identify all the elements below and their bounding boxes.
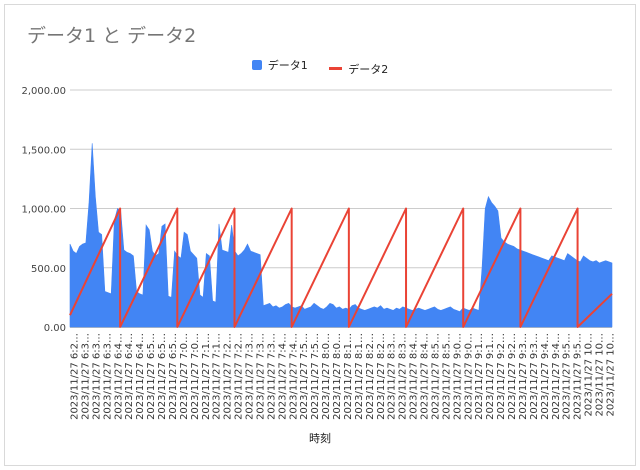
x-tick-label-40: 2023/11/27 9:2… <box>507 333 518 420</box>
y-tick-label-4: 2,000.00 <box>21 86 66 97</box>
y-axis-ticks: 0.00 500.00 1,000.00 1,500.00 2,000.00 <box>21 86 66 334</box>
x-tick-label-28: 2023/11/27 8:2… <box>376 333 387 420</box>
x-tick-label-0: 2023/11/27 6:2… <box>70 333 81 420</box>
x-tick-label-12: 2023/11/27 7:1… <box>201 333 212 420</box>
y-tick-label-3: 1,500.00 <box>21 145 66 156</box>
x-tick-label-45: 2023/11/27 9:5… <box>562 333 573 420</box>
x-tick-label-11: 2023/11/27 7:0… <box>190 333 201 420</box>
x-tick-label-37: 2023/11/27 9:1… <box>474 333 485 420</box>
x-tick-label-19: 2023/11/27 7:4… <box>277 333 288 420</box>
x-tick-label-31: 2023/11/27 8:4… <box>409 333 420 420</box>
y-tick-label-0: 0.00 <box>44 323 66 334</box>
x-tick-label-32: 2023/11/27 8:4… <box>420 333 431 420</box>
x-tick-label-1: 2023/11/27 6:3… <box>80 333 91 420</box>
x-tick-label-24: 2023/11/27 8:0… <box>332 333 343 420</box>
series-1-area <box>69 143 613 328</box>
x-tick-label-14: 2023/11/27 7:2… <box>223 333 234 420</box>
x-tick-label-42: 2023/11/27 9:3… <box>529 333 540 420</box>
x-tick-label-5: 2023/11/27 6:4… <box>124 333 135 420</box>
x-tick-label-25: 2023/11/27 8:1… <box>343 333 354 420</box>
x-tick-label-2: 2023/11/27 6:3… <box>91 333 102 420</box>
x-tick-label-4: 2023/11/27 6:4… <box>113 333 124 420</box>
x-tick-label-41: 2023/11/27 9:3… <box>518 333 529 420</box>
x-axis-label: 時刻 <box>309 432 331 445</box>
x-tick-label-3: 2023/11/27 6:3… <box>102 333 113 420</box>
x-tick-label-20: 2023/11/27 7:4… <box>288 333 299 420</box>
x-tick-label-7: 2023/11/27 6:5… <box>146 333 157 420</box>
x-tick-label-10: 2023/11/27 7:0… <box>179 333 190 420</box>
series-1-area-path <box>69 143 613 328</box>
x-tick-label-47: 2023/11/27 10… <box>584 333 595 417</box>
x-tick-label-15: 2023/11/27 7:2… <box>234 333 245 420</box>
x-tick-label-8: 2023/11/27 6:5… <box>157 333 168 420</box>
x-tick-label-49: 2023/11/27 10… <box>606 333 617 417</box>
x-tick-label-35: 2023/11/27 9:0… <box>452 333 463 420</box>
x-tick-label-36: 2023/11/27 9:0… <box>463 333 474 420</box>
x-tick-label-29: 2023/11/27 8:3… <box>387 333 398 420</box>
x-axis-ticks: 2023/11/27 6:2… 2023/11/27 6:3… 2023/11/27… <box>70 333 617 420</box>
x-tick-label-9: 2023/11/27 6:5… <box>168 333 179 420</box>
x-tick-label-34: 2023/11/27 8:5… <box>441 333 452 420</box>
x-tick-label-38: 2023/11/27 9:1… <box>485 333 496 420</box>
x-tick-label-33: 2023/11/27 8:5… <box>430 333 441 420</box>
x-tick-label-23: 2023/11/27 8:0… <box>321 333 332 420</box>
x-tick-label-16: 2023/11/27 7:3… <box>245 333 256 420</box>
x-tick-label-22: 2023/11/27 7:5… <box>310 333 321 420</box>
y-tick-label-2: 1,000.00 <box>21 205 66 216</box>
x-tick-label-21: 2023/11/27 7:5… <box>299 333 310 420</box>
x-tick-label-43: 2023/11/27 9:4… <box>540 333 551 420</box>
x-tick-label-48: 2023/11/27 10… <box>595 333 606 417</box>
x-tick-label-46: 2023/11/27 9:5… <box>573 333 584 420</box>
x-tick-label-6: 2023/11/27 6:4… <box>135 333 146 420</box>
x-tick-label-13: 2023/11/27 7:1… <box>212 333 223 420</box>
x-tick-label-18: 2023/11/27 7:3… <box>266 333 277 420</box>
x-tick-label-39: 2023/11/27 9:2… <box>496 333 507 420</box>
chart-plot: 0.00 500.00 1,000.00 1,500.00 2,000.00 2023/… <box>21 86 617 420</box>
x-tick-label-27: 2023/11/27 8:2… <box>365 333 376 420</box>
y-tick-label-1: 500.00 <box>31 264 66 275</box>
x-tick-label-26: 2023/11/27 8:1… <box>354 333 365 420</box>
x-tick-label-30: 2023/11/27 8:3… <box>398 333 409 420</box>
x-tick-label-44: 2023/11/27 9:4… <box>551 333 562 420</box>
x-tick-label-17: 2023/11/27 7:3… <box>255 333 266 420</box>
